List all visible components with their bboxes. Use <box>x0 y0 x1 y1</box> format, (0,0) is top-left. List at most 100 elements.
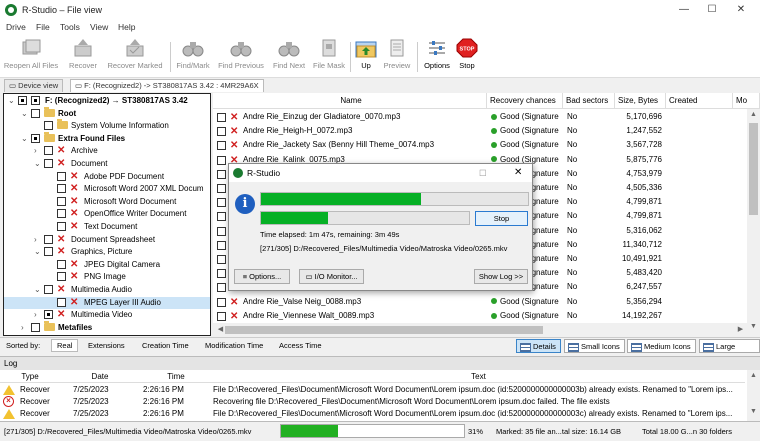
column-recovery-chances[interactable]: Recovery chances <box>487 93 563 109</box>
up-button[interactable]: Up <box>354 38 378 76</box>
stop-button[interactable]: STOP Stop <box>455 38 479 76</box>
file-checkbox[interactable] <box>217 240 226 250</box>
recover-marked-button[interactable]: Recover Marked <box>104 38 166 76</box>
tree-checkbox[interactable] <box>44 285 53 294</box>
tree-checkbox[interactable] <box>57 222 66 231</box>
column-created[interactable]: Created <box>666 93 733 109</box>
tree-checkbox[interactable] <box>44 247 53 257</box>
view-medium-icons-button[interactable]: Medium Icons <box>627 339 696 353</box>
menu-tools[interactable]: Tools <box>60 22 80 32</box>
dialog-show-log-button[interactable]: Show Log >> <box>474 269 528 284</box>
view-small-icons-button[interactable]: Small Icons <box>564 339 625 353</box>
chevron-down-icon[interactable]: ⌄ <box>34 158 41 170</box>
tree-checkbox[interactable] <box>57 184 66 194</box>
chevron-down-icon[interactable]: ⌄ <box>21 108 28 120</box>
file-checkbox[interactable] <box>217 169 226 179</box>
file-row[interactable]: ✕ Andre Rie_Einzug der Gladiatore_0070.mp… <box>213 110 760 124</box>
column-bad-sectors[interactable]: Bad sectors <box>563 93 615 109</box>
dialog-close-button[interactable]: ✕ <box>514 164 522 182</box>
sort-modification-time[interactable]: Modification Time <box>205 341 263 350</box>
menu-drive[interactable]: Drive <box>6 22 26 32</box>
tree-checkbox[interactable] <box>44 159 53 168</box>
file-mask-button[interactable]: File Mask <box>311 38 347 76</box>
file-row[interactable]: ✕ Andre Rie_Jackety Sax (Benny Hill Theme… <box>213 138 760 152</box>
view-large-icons-button[interactable]: Large Icons <box>699 339 760 364</box>
file-checkbox[interactable] <box>217 255 226 264</box>
tree-node[interactable]: ✕ PNG Image <box>4 271 210 283</box>
chevron-right-icon[interactable]: › <box>34 145 37 157</box>
tree-checkbox[interactable] <box>44 146 53 156</box>
log-column-date[interactable]: Date <box>60 370 140 383</box>
file-checkbox[interactable] <box>217 311 226 321</box>
file-row[interactable]: ✕ Andre Rie_Valse Neig_0088.mp3 Good (Sign… <box>213 295 760 309</box>
file-checkbox[interactable] <box>217 141 226 151</box>
tree-checkbox[interactable] <box>57 171 66 181</box>
tree-checkbox[interactable] <box>44 310 53 320</box>
menu-file[interactable]: File <box>36 22 50 32</box>
file-row[interactable]: ✕ Andre Rie_Heigh-H_0072.mp3 Good (Signatu… <box>213 124 760 138</box>
tree-checkbox[interactable] <box>57 209 66 219</box>
column-size[interactable]: Size, Bytes <box>615 93 666 109</box>
file-checkbox[interactable] <box>217 113 226 122</box>
log-scroll-up-icon[interactable]: ▲ <box>747 372 760 382</box>
view-details-button[interactable]: Details <box>516 339 561 353</box>
file-checkbox[interactable] <box>217 297 226 307</box>
find-next-button[interactable]: Find Next <box>270 38 308 76</box>
file-checkbox[interactable] <box>217 283 226 293</box>
tree-node[interactable]: › ✕ Archive <box>4 145 210 157</box>
tree-checkbox[interactable] <box>44 121 53 131</box>
file-checkbox[interactable] <box>217 127 226 137</box>
chevron-down-icon[interactable]: ⌄ <box>21 133 28 145</box>
menu-help[interactable]: Help <box>118 22 135 32</box>
dialog-io-monitor-button[interactable]: ▭ I/O Monitor... <box>299 269 364 284</box>
dialog-stop-button[interactable]: Stop <box>475 211 528 226</box>
log-row[interactable]: Recover 7/25/2023 2:26:16 PM File D:\Recove… <box>0 408 745 420</box>
log-column-text[interactable]: Text <box>212 370 745 383</box>
find-mark-button[interactable]: Find/Mark <box>174 38 212 76</box>
tree-checkbox[interactable] <box>31 133 40 143</box>
tree-node[interactable]: ⌄ ✕ Document <box>4 158 210 170</box>
tree-checkbox[interactable] <box>57 272 66 282</box>
tree-node[interactable]: ✕ Microsoft Word 2007 XML Docum <box>4 183 210 195</box>
horizontal-scroll-thumb[interactable] <box>225 326 543 334</box>
tree-node[interactable]: ✕ OpenOffice Writer Document <box>4 208 210 220</box>
chevron-right-icon[interactable]: › <box>21 322 24 334</box>
sort-extensions[interactable]: Extensions <box>88 341 125 350</box>
log-row[interactable]: Recover 7/25/2023 2:26:16 PM File D:\Recove… <box>0 384 745 396</box>
tree-node[interactable]: ⌄ ✕ Graphics, Picture <box>4 246 210 258</box>
tree-node[interactable]: ⌄ Extra Found Files <box>4 131 210 145</box>
log-vertical-scrollbar[interactable]: ▲ ▼ <box>747 370 760 421</box>
sort-access-time[interactable]: Access Time <box>279 341 322 350</box>
tree-node[interactable]: ✕ Microsoft Word Document <box>4 196 210 208</box>
tree-node[interactable]: ✕ MPEG Layer III Audio <box>4 296 210 309</box>
options-button[interactable]: Options <box>421 38 453 76</box>
tree-node[interactable]: ⌄ ✕ Multimedia Audio <box>4 284 210 296</box>
log-scroll-down-icon[interactable]: ▼ <box>747 408 760 418</box>
dialog-options-button[interactable]: ≡ Options... <box>234 269 290 284</box>
column-name[interactable]: Name <box>213 93 487 109</box>
tree-node[interactable]: › ✕ Document Spreadsheet <box>4 234 210 246</box>
file-checkbox[interactable] <box>217 269 226 279</box>
tree-node[interactable]: System Volume Information <box>4 119 210 132</box>
column-modified[interactable]: Mo <box>733 93 760 109</box>
close-button[interactable]: ✕ <box>733 3 749 17</box>
maximize-button[interactable]: ☐ <box>704 3 720 17</box>
tree-node[interactable]: ✕ Text Document <box>4 221 210 233</box>
file-list-vertical-scrollbar[interactable]: ▲ ▼ <box>747 109 760 336</box>
chevron-down-icon[interactable]: ⌄ <box>34 246 41 258</box>
file-checkbox[interactable] <box>217 184 226 193</box>
tree-node[interactable]: ⌄ F: (Recognized2) → ST380817AS 3.42 <box>4 95 210 107</box>
tree-checkbox[interactable] <box>18 96 27 105</box>
log-row[interactable]: × Recover 7/25/2023 2:26:16 PM Recovering fi… <box>0 396 745 408</box>
tree-node[interactable]: ⌄ Root <box>4 106 210 120</box>
chevron-down-icon[interactable]: ⌄ <box>34 284 41 296</box>
chevron-down-icon[interactable]: ⌄ <box>8 95 15 107</box>
tree-node[interactable]: › Metafiles <box>4 320 210 334</box>
file-checkbox[interactable] <box>217 212 226 222</box>
minimize-button[interactable]: — <box>676 3 692 17</box>
reopen-all-files-button[interactable]: Reopen All Files <box>3 38 59 76</box>
tree-checkbox[interactable] <box>57 196 66 206</box>
scroll-up-arrow-icon[interactable]: ▲ <box>747 111 760 121</box>
file-checkbox[interactable] <box>217 226 226 236</box>
menu-view[interactable]: View <box>90 22 108 32</box>
